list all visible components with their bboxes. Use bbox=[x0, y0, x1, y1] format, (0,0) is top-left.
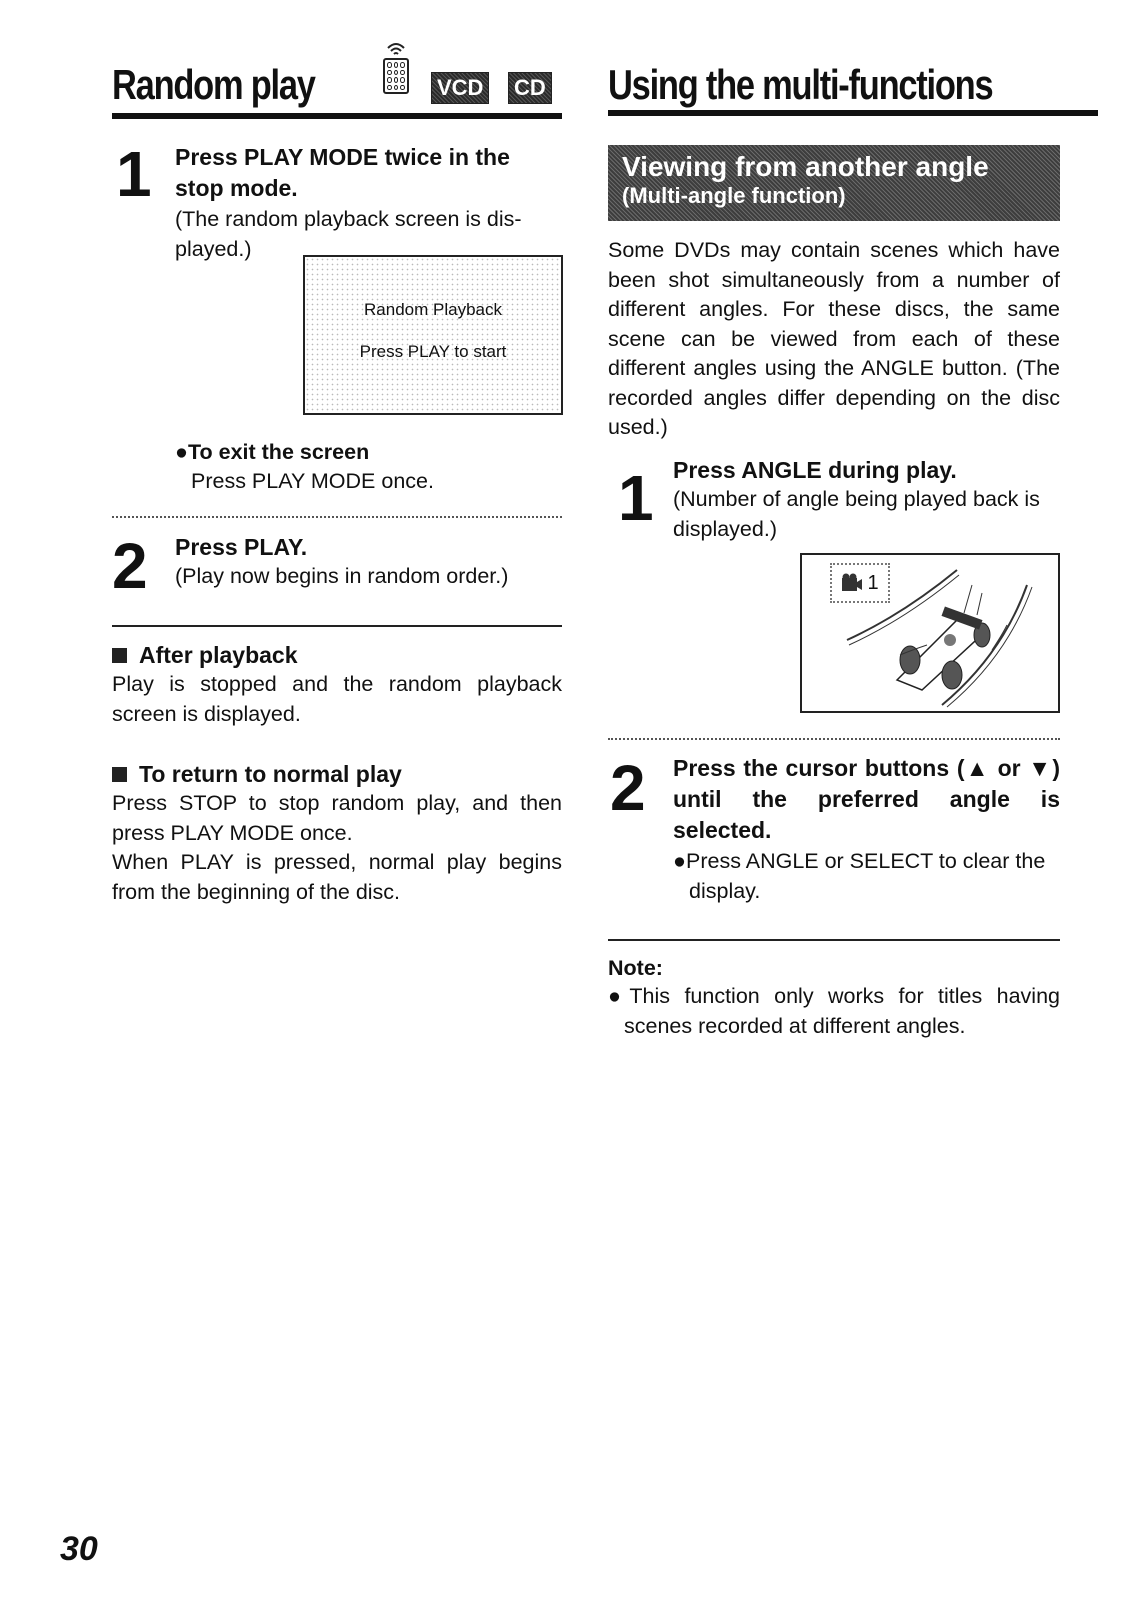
return-normal-heading-text: To return to normal play bbox=[139, 761, 402, 787]
step-number-2: 2 bbox=[112, 530, 148, 602]
square-bullet-icon bbox=[112, 647, 127, 663]
return-normal-heading: To return to normal play bbox=[112, 759, 402, 789]
divider-dotted bbox=[112, 516, 562, 518]
return-normal-body1: Press STOP to stop random play, and then… bbox=[112, 791, 562, 845]
random-playback-screen: Random Playback Press PLAY to start bbox=[303, 255, 563, 415]
return-normal-body2: When PLAY is pressed, normal play begins… bbox=[112, 850, 562, 904]
after-playback-heading: After playback bbox=[112, 640, 298, 670]
angle-display-illustration: 1 bbox=[800, 553, 1060, 713]
step1-body-line1: (The random playback screen is dis- bbox=[175, 207, 522, 231]
angle-step1-heading: Press ANGLE during play. bbox=[673, 457, 957, 483]
screen-line-random-playback: Random Playback bbox=[364, 300, 502, 319]
race-car-illustration bbox=[846, 569, 1033, 708]
cd-badge: CD bbox=[508, 72, 552, 104]
step2-body: (Play now begins in random order.) bbox=[175, 564, 509, 588]
divider-dotted-right bbox=[608, 738, 1060, 740]
multi-angle-intro: Some DVDs may contain scenes which have … bbox=[608, 238, 1060, 439]
divider bbox=[112, 625, 562, 627]
angle-step2-bullet: ●Press ANGLE or SELECT to clear the disp… bbox=[673, 849, 1046, 903]
after-playback-heading-text: After playback bbox=[139, 642, 298, 668]
screen-line-press-play: Press PLAY to start bbox=[359, 342, 507, 361]
exit-screen-body: Press PLAY MODE once. bbox=[191, 469, 434, 493]
page-number: 30 bbox=[60, 1530, 98, 1568]
note-bullet: ●This function only works for titles hav… bbox=[608, 984, 1060, 1038]
banner-line2: (Multi-angle function) bbox=[622, 183, 846, 208]
after-playback-body: Play is stopped and the random playback … bbox=[112, 672, 562, 726]
step-number-1: 1 bbox=[116, 138, 152, 210]
random-play-title: Random play bbox=[112, 61, 316, 108]
note-divider bbox=[608, 939, 1060, 941]
angle-step2-heading: Press the cursor buttons (▲ or ▼) until … bbox=[673, 755, 1060, 843]
title-rule-right bbox=[608, 110, 1098, 116]
multi-functions-title: Using the multi-functions bbox=[608, 61, 994, 108]
step2-heading: Press PLAY. bbox=[175, 534, 308, 560]
vcd-badge: VCD bbox=[431, 72, 490, 104]
banner-line1: Viewing from another angle bbox=[622, 151, 989, 182]
note-label: Note: bbox=[608, 956, 663, 980]
angle-step1-body: (Number of angle being played back is di… bbox=[673, 487, 1040, 541]
angle-step-number-2: 2 bbox=[610, 752, 646, 824]
step1-heading-line1: Press PLAY MODE twice in the bbox=[175, 144, 510, 170]
exit-screen-heading: ●To exit the screen bbox=[175, 440, 370, 464]
remote-control-icon bbox=[383, 40, 409, 94]
step1-heading: Press PLAY MODE twice in the stop mode. bbox=[175, 142, 565, 204]
step1-heading-line2: stop mode. bbox=[175, 175, 298, 201]
title-rule-left bbox=[112, 113, 562, 119]
multi-angle-banner: Viewing from another angle (Multi-angle … bbox=[608, 145, 1060, 221]
square-bullet-icon bbox=[112, 766, 127, 782]
angle-step-number-1: 1 bbox=[618, 462, 654, 534]
